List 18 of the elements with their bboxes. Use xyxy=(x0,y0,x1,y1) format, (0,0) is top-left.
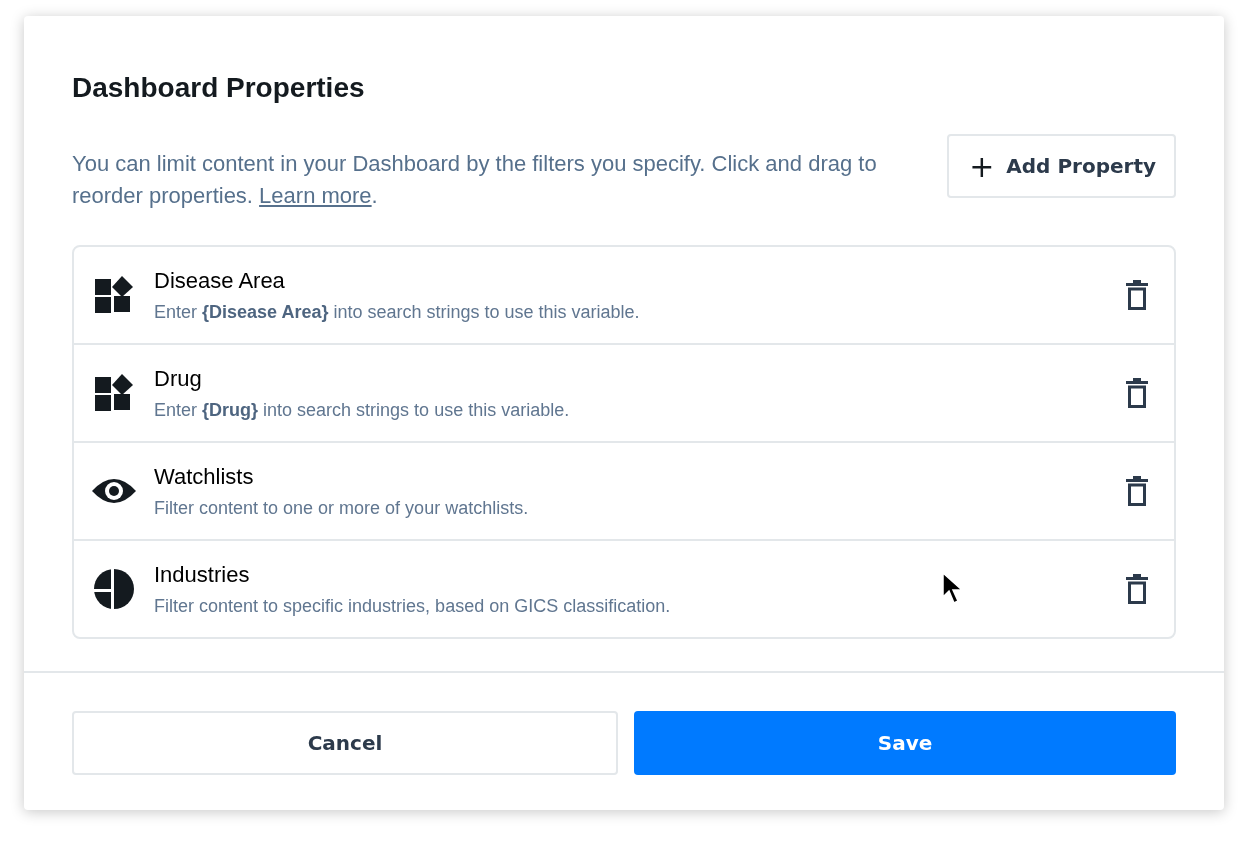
save-button[interactable]: Save xyxy=(634,711,1176,775)
property-hint: Filter content to one or more of your watchlists. xyxy=(154,497,530,519)
property-name: Drug xyxy=(154,365,203,392)
property-hint: Enter {Drug} into search strings to use this variable. xyxy=(154,399,571,421)
eye-icon xyxy=(92,476,136,506)
property-hint: Filter content to specific industries, based on GICS classification. xyxy=(154,595,672,617)
property-name: Watchlists xyxy=(154,463,255,490)
globe-icon xyxy=(94,569,134,609)
dialog-title: Dashboard Properties xyxy=(72,72,366,104)
add-property-button[interactable]: + Add Property xyxy=(947,134,1176,198)
property-name: Industries xyxy=(154,561,251,588)
shapes-icon xyxy=(95,276,133,314)
cancel-button[interactable]: Cancel xyxy=(72,711,618,775)
description: You can limit content in your Dashboard by the filters you specify. Click and drag to reorder properties. Learn more. xyxy=(72,150,878,210)
property-name: Disease Area xyxy=(154,267,286,294)
learn-more-link[interactable]: Learn more xyxy=(259,183,372,208)
shapes-icon xyxy=(95,374,133,412)
property-hint: Enter {Disease Area} into search strings to use this variable. xyxy=(154,301,641,323)
